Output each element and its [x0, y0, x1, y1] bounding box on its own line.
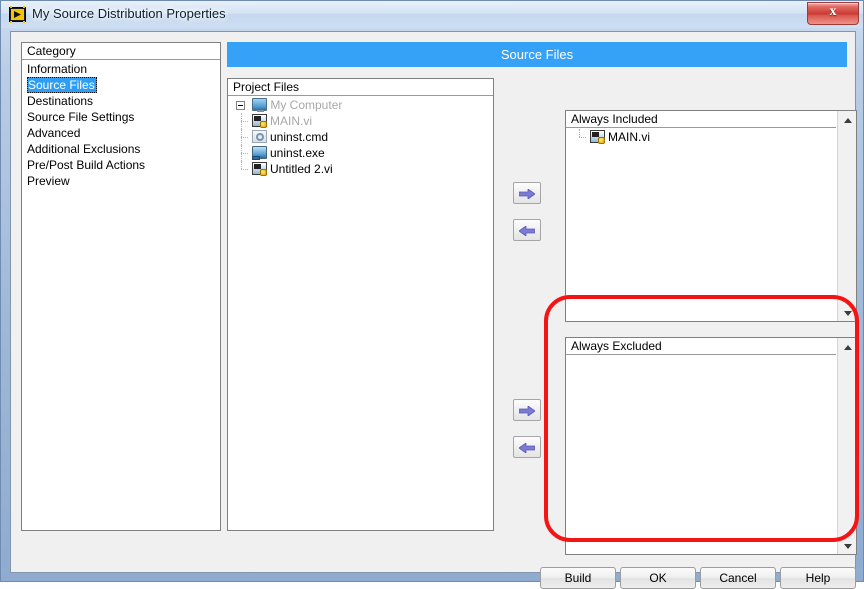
- tree-item-uninst-exe[interactable]: uninst.exe: [228, 145, 493, 161]
- sidebar-item-preview[interactable]: Preview: [22, 173, 220, 189]
- scroll-up-button[interactable]: [838, 111, 857, 128]
- always-excluded-panel: Always Excluded: [565, 337, 857, 555]
- tree-item-untitled-2-vi[interactable]: Untitled 2.vi: [228, 161, 493, 177]
- dialog-window: My Source Distribution Properties x Cate…: [0, 0, 864, 589]
- sidebar-item-pre-post-build-actions[interactable]: Pre/Post Build Actions: [22, 157, 220, 173]
- list-item-label: MAIN.vi: [608, 130, 650, 144]
- sidebar-item-source-files[interactable]: Source Files: [22, 77, 220, 93]
- scroll-down-button[interactable]: [838, 537, 857, 554]
- add-to-included-button[interactable]: [513, 182, 541, 204]
- tree-guide: [579, 129, 581, 137]
- arrow-right-icon: [518, 405, 536, 417]
- tree-item-label: uninst.cmd: [270, 130, 329, 144]
- tree-item-label: MAIN.vi: [270, 114, 312, 128]
- tree-item-uninst-cmd[interactable]: uninst.cmd: [228, 129, 493, 145]
- scroll-down-button[interactable]: [838, 304, 857, 321]
- category-item-label: Destinations: [27, 94, 94, 108]
- exe-icon: [252, 146, 267, 160]
- sidebar-item-additional-exclusions[interactable]: Additional Exclusions: [22, 141, 220, 157]
- sidebar-item-source-file-settings[interactable]: Source File Settings: [22, 109, 220, 125]
- tree-guide: [241, 121, 248, 123]
- close-icon: x: [829, 4, 837, 19]
- category-item-label: Additional Exclusions: [27, 142, 141, 156]
- chevron-up-icon: [843, 344, 852, 350]
- sidebar-item-destinations[interactable]: Destinations: [22, 93, 220, 109]
- always-included-scrollbar[interactable]: [837, 111, 856, 321]
- always-included-header: Always Included: [566, 111, 836, 128]
- tree-item-main-vi[interactable]: MAIN.vi: [228, 113, 493, 129]
- tree-item-label: My Computer: [270, 98, 343, 112]
- category-header: Category: [22, 43, 220, 60]
- category-item-label: Source File Settings: [27, 110, 135, 124]
- tree-guide: [579, 137, 586, 139]
- always-included-panel: Always Included MAIN.vi: [565, 110, 857, 322]
- project-files-panel: Project Files My Computer MAIN.vi uninst…: [227, 78, 494, 531]
- arrow-left-icon: [518, 225, 536, 237]
- chevron-down-icon: [843, 543, 852, 549]
- gear-icon: [252, 130, 267, 143]
- chevron-up-icon: [843, 117, 852, 123]
- cancel-button[interactable]: Cancel: [700, 567, 776, 589]
- help-button[interactable]: Help: [780, 567, 856, 589]
- category-panel: Category Information Source Files Destin…: [21, 42, 221, 531]
- scroll-up-button[interactable]: [838, 338, 857, 355]
- window-title: My Source Distribution Properties: [32, 6, 226, 21]
- arrow-right-icon: [518, 188, 536, 200]
- add-to-excluded-button[interactable]: [513, 399, 541, 421]
- sidebar-item-advanced[interactable]: Advanced: [22, 125, 220, 141]
- labview-icon: [9, 6, 26, 23]
- project-files-tree[interactable]: My Computer MAIN.vi uninst.cmd uninst.ex…: [228, 97, 493, 177]
- ok-button[interactable]: OK: [620, 567, 696, 589]
- collapse-icon[interactable]: [236, 101, 245, 110]
- tree-guide: [241, 153, 248, 155]
- tree-item-label: uninst.exe: [270, 146, 325, 160]
- category-item-label: Pre/Post Build Actions: [27, 158, 146, 172]
- monitor-icon: [252, 98, 268, 112]
- category-item-label: Source Files: [27, 77, 97, 93]
- close-button[interactable]: x: [807, 2, 859, 25]
- tree-item-label: Untitled 2.vi: [270, 162, 333, 176]
- category-item-label: Preview: [27, 174, 70, 188]
- vi-icon: [252, 114, 267, 128]
- vi-icon: [590, 130, 605, 144]
- remove-from-excluded-button[interactable]: [513, 436, 541, 458]
- remove-from-included-button[interactable]: [513, 219, 541, 241]
- chevron-down-icon: [843, 310, 852, 316]
- category-item-label: Information: [27, 62, 88, 76]
- category-item-label: Advanced: [27, 126, 81, 140]
- list-item[interactable]: MAIN.vi: [566, 129, 836, 145]
- title-bar: My Source Distribution Properties x: [1, 1, 863, 28]
- tree-guide: [241, 161, 243, 169]
- sidebar-item-information[interactable]: Information: [22, 61, 220, 77]
- tree-item-my-computer[interactable]: My Computer: [228, 97, 493, 113]
- category-list[interactable]: Information Source Files Destinations So…: [22, 61, 220, 189]
- arrow-left-icon: [518, 442, 536, 454]
- always-excluded-scrollbar[interactable]: [837, 338, 856, 554]
- project-files-header: Project Files: [228, 79, 493, 96]
- build-button[interactable]: Build: [540, 567, 616, 589]
- always-excluded-header: Always Excluded: [566, 338, 836, 355]
- vi-icon: [252, 162, 267, 176]
- page-title-banner: Source Files: [227, 42, 847, 67]
- tree-guide: [241, 137, 248, 139]
- dialog-client-area: Category Information Source Files Destin…: [10, 31, 857, 589]
- tree-guide: [241, 169, 248, 171]
- always-included-list[interactable]: MAIN.vi: [566, 129, 836, 145]
